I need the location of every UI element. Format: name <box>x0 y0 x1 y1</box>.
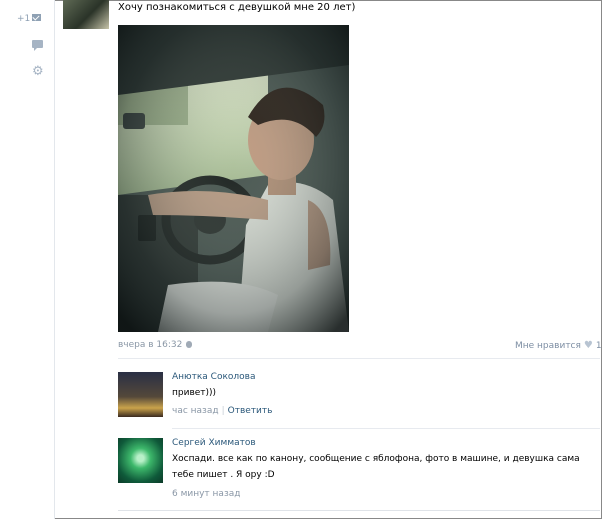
divider <box>118 358 600 359</box>
post-text: Хочу познакомиться с девушкой мне 20 лет… <box>118 2 356 13</box>
comment-text: привет))) <box>172 388 217 398</box>
comment-avatar[interactable] <box>118 372 163 417</box>
gear-icon[interactable]: ⚙ <box>32 65 44 78</box>
heart-icon: ♥ <box>583 340 593 351</box>
comment-time[interactable]: 6 минут назад <box>172 489 240 499</box>
comment-icon[interactable] <box>32 40 43 51</box>
like-label: Мне нравится <box>515 341 581 351</box>
comment-meta: 6 минут назад <box>172 489 240 499</box>
left-action-column: +1 ⚙ <box>0 0 55 519</box>
post-date-text: вчера в 16:32 <box>118 340 183 350</box>
divider <box>172 428 600 429</box>
comment-author[interactable]: Анютка Соколова <box>172 372 255 382</box>
comment-author[interactable]: Сергей Химматов <box>172 438 256 448</box>
like-count: 1 <box>595 341 602 351</box>
post-author-avatar[interactable] <box>63 0 109 29</box>
comment-input-border <box>118 510 600 511</box>
message-count: +1 <box>17 14 31 24</box>
reply-link[interactable]: Ответить <box>228 406 273 416</box>
post-photo[interactable] <box>118 25 349 332</box>
meta-separator: | <box>221 406 225 416</box>
comment-text: Хоспади. все как по канону, сообщение с … <box>172 454 580 480</box>
message-counter[interactable]: +1 <box>17 14 42 24</box>
post-date[interactable]: вчера в 16:32 <box>118 340 193 350</box>
comment-meta: час назад | Ответить <box>172 406 272 416</box>
envelope-icon <box>32 14 42 21</box>
like-button[interactable]: Мне нравится ♥ 1 <box>515 340 602 351</box>
comment-avatar[interactable] <box>118 438 163 483</box>
apple-icon <box>186 341 193 348</box>
car-selfie-image <box>118 25 349 332</box>
comment-time[interactable]: час назад <box>172 406 219 416</box>
